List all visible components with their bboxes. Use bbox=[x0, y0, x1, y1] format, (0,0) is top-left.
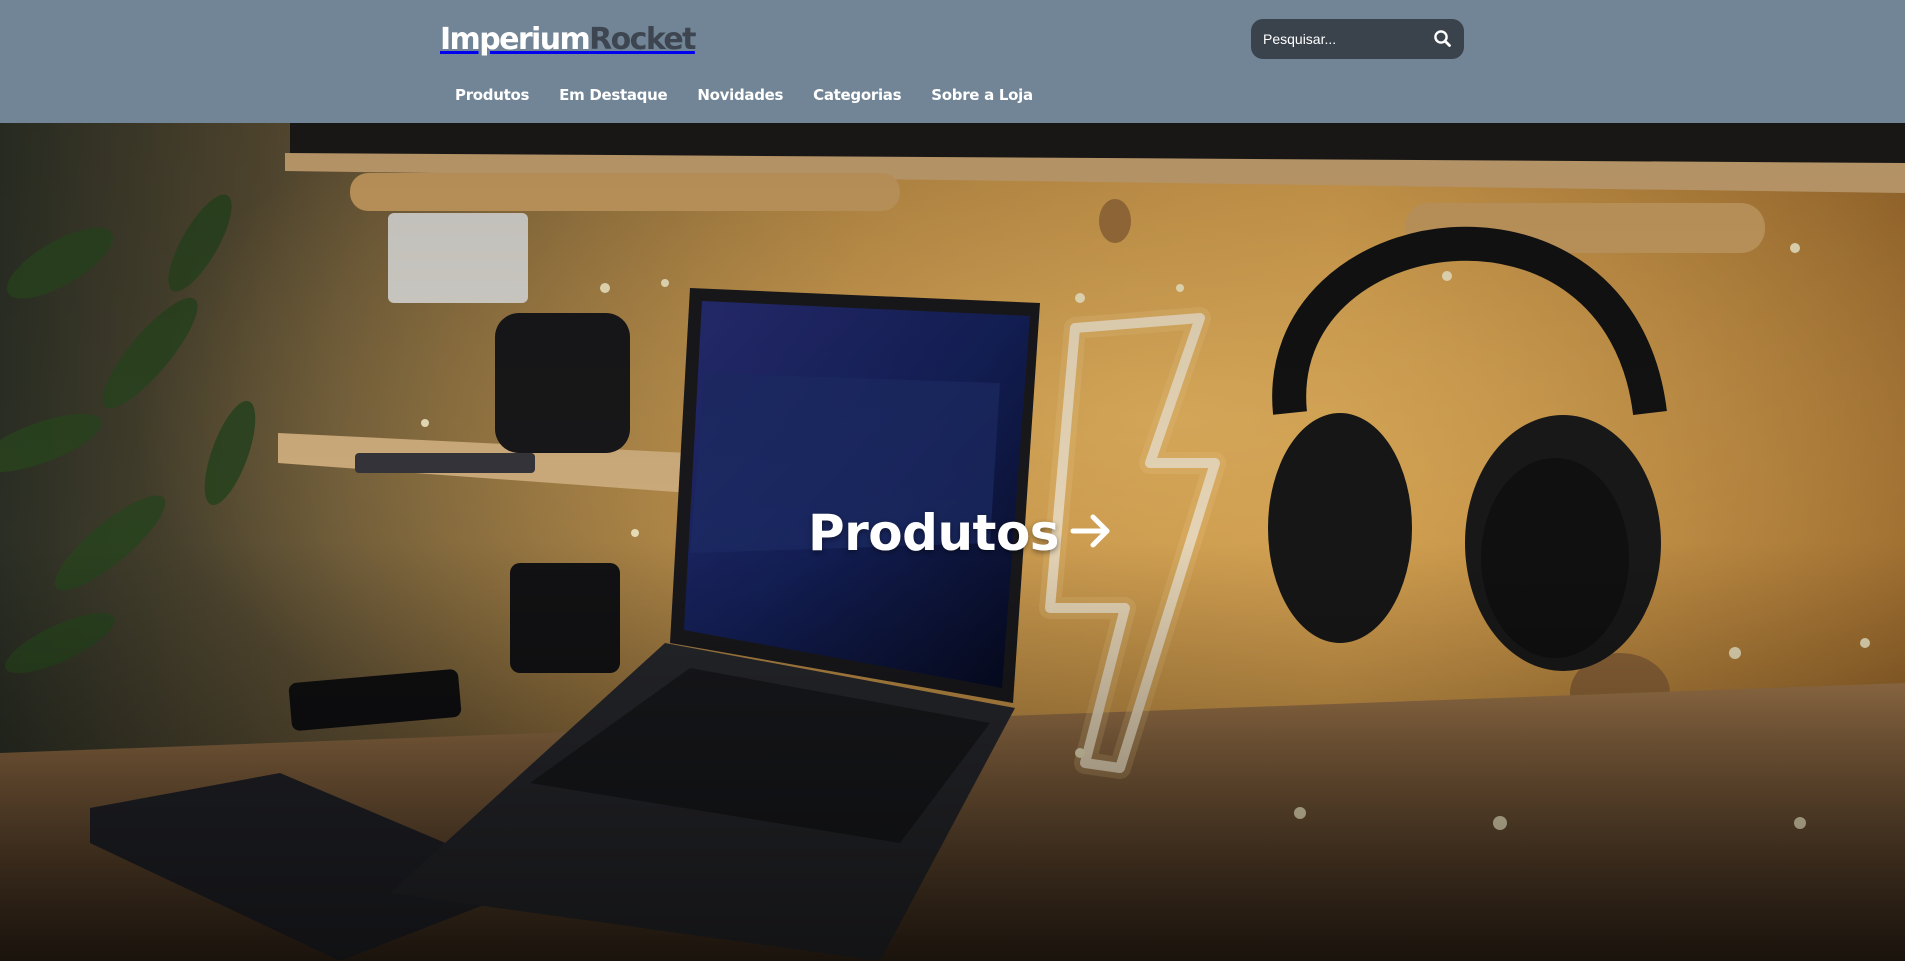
nav-link-em-destaque[interactable]: Em Destaque bbox=[544, 84, 682, 106]
search-icon[interactable] bbox=[1432, 28, 1454, 50]
hero-banner: Produtos bbox=[0, 123, 1905, 961]
search-input[interactable] bbox=[1263, 19, 1423, 59]
site-header: ImperiumRocket Produtos Em Destaque Novi… bbox=[0, 0, 1905, 123]
nav-link-novidades[interactable]: Novidades bbox=[682, 84, 798, 106]
hero-produtos-link[interactable]: Produtos bbox=[808, 503, 1115, 563]
main-nav: Produtos Em Destaque Novidades Categoria… bbox=[440, 84, 1048, 106]
search-box bbox=[1251, 19, 1464, 59]
nav-link-categorias[interactable]: Categorias bbox=[798, 84, 916, 106]
arrow-right-icon bbox=[1067, 507, 1115, 560]
nav-link-produtos[interactable]: Produtos bbox=[440, 84, 544, 106]
nav-link-sobre-a-loja[interactable]: Sobre a Loja bbox=[916, 84, 1048, 106]
logo-text-imperium: Imperium bbox=[440, 22, 591, 57]
logo-text-rocket: Rocket bbox=[589, 22, 696, 57]
hero-cta-label: Produtos bbox=[808, 504, 1060, 562]
site-logo[interactable]: ImperiumRocket bbox=[440, 20, 696, 60]
